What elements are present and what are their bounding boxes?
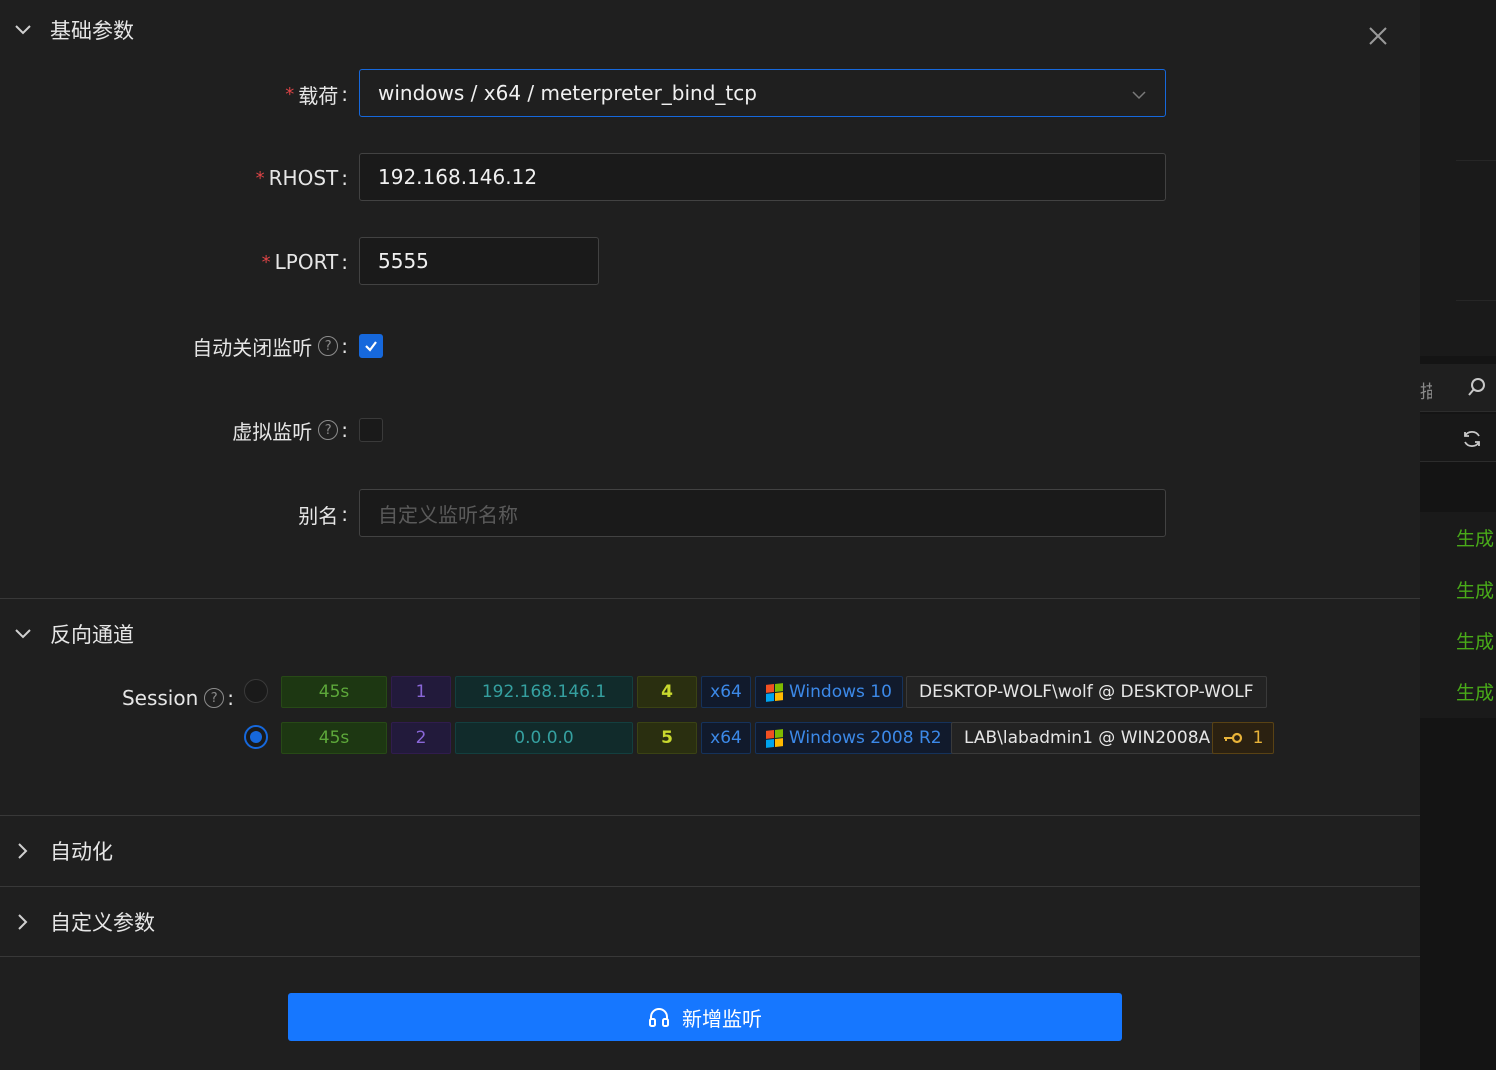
section-divider	[0, 815, 1420, 816]
session-label: Session?:	[121, 686, 234, 710]
session-arch-tag: x64	[701, 722, 751, 754]
refresh-icon[interactable]	[1461, 428, 1483, 455]
generate-link[interactable]: 生成	[1456, 678, 1496, 705]
auto-close-checkbox[interactable]	[359, 334, 383, 358]
help-icon[interactable]: ?	[318, 336, 339, 356]
virtual-listener-checkbox[interactable]	[359, 418, 383, 442]
background-divider	[1456, 300, 1496, 301]
rhost-input[interactable]: 192.168.146.12	[359, 153, 1166, 201]
check-icon	[365, 341, 377, 352]
session-os-tag: Windows 2008 R2	[755, 722, 953, 754]
session-uptime-tag: 45s	[281, 722, 387, 754]
session-user-tag: DESKTOP-WOLF\wolf @ DESKTOP-WOLF	[906, 676, 1267, 708]
session-count-tag: 4	[637, 676, 697, 708]
payload-value: windows / x64 / meterpreter_bind_tcp	[378, 81, 757, 105]
chevron-down-icon	[1131, 84, 1147, 108]
background-toolbar-2	[1420, 414, 1496, 462]
section-divider	[0, 956, 1420, 957]
key-icon	[1223, 732, 1242, 744]
section-title: 反向通道	[50, 623, 134, 647]
required-mark: *	[255, 167, 265, 189]
background-page: 描 生成 生成 生成 生成	[1420, 0, 1496, 1070]
session-arch-tag: x64	[701, 676, 751, 708]
chevron-right-icon	[14, 842, 32, 860]
chevron-down-icon	[14, 625, 32, 643]
section-divider	[0, 598, 1420, 599]
lport-value: 5555	[378, 249, 429, 273]
required-mark: *	[285, 83, 295, 105]
session-user-tag: LAB\labadmin1 @ WIN2008A	[951, 722, 1224, 754]
windows-icon	[766, 682, 783, 702]
rhost-value: 192.168.146.12	[378, 165, 538, 189]
section-automation-header[interactable]: 自动化	[0, 821, 1420, 881]
background-panel	[1420, 0, 1496, 356]
payload-label: * 载荷:	[285, 82, 348, 108]
background-tab-fragment: 描	[1420, 382, 1432, 403]
session-ip-tag: 192.168.146.1	[455, 676, 633, 708]
alias-label: 别名:	[298, 502, 348, 528]
help-icon[interactable]: ?	[204, 688, 225, 708]
session-radio-2[interactable]	[244, 725, 268, 749]
add-listener-button[interactable]: 新增监听	[288, 993, 1122, 1041]
headphones-icon	[649, 1008, 669, 1027]
required-mark: *	[261, 251, 271, 273]
help-icon[interactable]: ?	[318, 420, 339, 440]
section-title: 基础参数	[50, 19, 134, 43]
windows-icon	[766, 728, 783, 748]
payload-select[interactable]: windows / x64 / meterpreter_bind_tcp	[359, 69, 1166, 117]
session-ip-tag: 0.0.0.0	[455, 722, 633, 754]
chevron-down-icon	[14, 21, 32, 39]
search-icon[interactable]	[1466, 376, 1488, 403]
session-count-tag: 5	[637, 722, 697, 754]
session-id-tag: 1	[391, 676, 451, 708]
auto-close-label: 自动关闭监听?:	[192, 334, 348, 360]
add-listener-label: 新增监听	[682, 1006, 762, 1031]
alias-placeholder: 自定义监听名称	[378, 502, 518, 527]
lport-input[interactable]: 5555	[359, 237, 599, 285]
section-title: 自动化	[50, 840, 113, 864]
session-uptime-tag: 45s	[281, 676, 387, 708]
session-os-tag: Windows 10	[755, 676, 903, 708]
section-divider	[0, 886, 1420, 887]
background-divider	[1456, 160, 1496, 161]
generate-link[interactable]: 生成	[1456, 627, 1496, 654]
session-key-tag: 1	[1212, 722, 1274, 754]
alias-input[interactable]: 自定义监听名称	[359, 489, 1166, 537]
session-radio-1[interactable]	[244, 679, 268, 703]
session-id-tag: 2	[391, 722, 451, 754]
listener-drawer: 基础参数 * 载荷: windows / x64 / meterpreter_bi…	[0, 0, 1420, 1070]
lport-label: * LPORT:	[261, 250, 348, 274]
chevron-right-icon	[14, 913, 32, 931]
section-reverse-header[interactable]: 反向通道	[0, 604, 1420, 664]
section-basic-header[interactable]: 基础参数	[0, 0, 1420, 60]
generate-link[interactable]: 生成	[1456, 524, 1496, 551]
section-title: 自定义参数	[50, 911, 155, 935]
virtual-listener-label: 虚拟监听?:	[232, 418, 348, 444]
rhost-label: * RHOST:	[255, 166, 348, 190]
section-custom-header[interactable]: 自定义参数	[0, 892, 1420, 952]
generate-link[interactable]: 生成	[1456, 576, 1496, 603]
